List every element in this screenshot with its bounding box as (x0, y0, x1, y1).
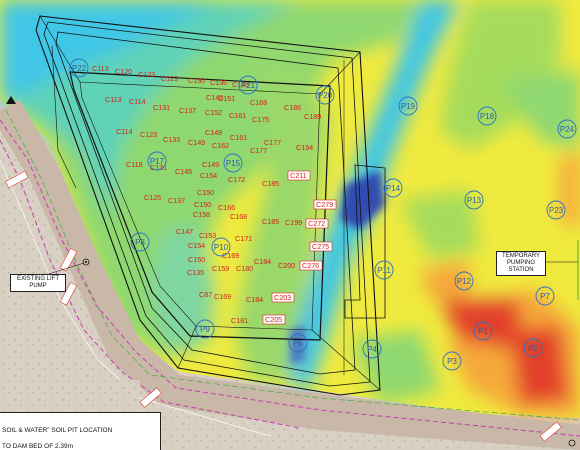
soil-pit-label: C149 (205, 128, 222, 137)
soil-pit-label: C189 (304, 112, 321, 121)
p-marker-label: P20 (318, 91, 333, 100)
soil-pit-label: C154 (200, 171, 217, 180)
soil-pit-label: C154 (188, 241, 205, 250)
soil-pit-label: C161 (230, 133, 247, 142)
p-marker-label: P23 (549, 206, 564, 215)
note-line-1: SOIL & WATER" SOIL PIT LOCATION (2, 427, 113, 434)
site-map: C113 C120 C123 C129 C130 C136 C143 C113 C114 C131… (0, 0, 580, 450)
p-marker-label: P8 (135, 238, 145, 247)
soil-pit-label: C113 (105, 95, 122, 104)
soil-pit-label: C171 (235, 234, 252, 243)
soil-pit-label: C177 (250, 146, 267, 155)
boxed-pit-label: C272 (308, 219, 325, 228)
soil-pit-label: C175 (252, 115, 269, 124)
soil-pit-label: C184 (246, 295, 263, 304)
soil-pit-label: C145 (175, 167, 192, 176)
legend-notes: SOIL & WATER" SOIL PIT LOCATION TO DAM B… (0, 412, 161, 450)
callout-line: PUMPING (506, 260, 535, 266)
soil-pit-label: C149 (188, 138, 205, 147)
soil-pit-label: C149 (202, 160, 219, 169)
p-marker-label: P15 (226, 159, 241, 168)
soil-pit-label: C133 (163, 135, 180, 144)
callout-line: STATION (508, 267, 534, 273)
soil-pit-label: C130 (188, 76, 205, 85)
soil-pit-label: C166 (218, 203, 235, 212)
callout-line: PUMP (29, 283, 47, 289)
soil-pit-label: C113 (92, 64, 109, 73)
soil-pit-label: C131 (153, 103, 170, 112)
p-marker-label: P4 (367, 345, 377, 354)
soil-pit-label: C150 (188, 255, 205, 264)
soil-pit-label: C125 (144, 193, 161, 202)
p-marker-label: P17 (150, 157, 165, 166)
p-marker-label: P21 (241, 81, 256, 90)
soil-pit-label: C168 (230, 212, 247, 221)
boxed-pit-label: C275 (312, 242, 329, 251)
soil-pit-label: C180 (236, 264, 253, 273)
soil-pit-label: C152 (205, 108, 222, 117)
soil-pit-label: C185 (262, 179, 279, 188)
soil-pit-label: C158 (193, 210, 210, 219)
soil-pit-label: C159 (212, 264, 229, 273)
p-marker-label: P14 (386, 184, 401, 193)
soil-pit-label: C151 (218, 94, 235, 103)
soil-pit-label: C135 (187, 268, 204, 277)
soil-pit-label: C181 (231, 316, 248, 325)
p-marker-label: P2 (528, 344, 538, 353)
soil-pit-label: C123 (140, 130, 157, 139)
p-marker-label: P22 (72, 64, 87, 73)
soil-pit-label: C199 (285, 218, 302, 227)
p-marker-label: P13 (467, 196, 482, 205)
soil-pit-label: C161 (229, 111, 246, 120)
p-marker-label: P1 (478, 327, 488, 336)
boxed-pit-label: C279 (316, 200, 333, 209)
soil-pit-label: C162 (212, 141, 229, 150)
soil-pit-label: C147 (176, 227, 193, 236)
p-marker-label: P3 (447, 357, 457, 366)
lift-pump-callout: EXISTING LIFT PUMP (10, 274, 66, 292)
p-marker-label: P9 (200, 325, 210, 334)
soil-pit-label: C169 (214, 292, 231, 301)
lift-pump-marker-dot-icon (85, 261, 87, 263)
p-marker-label: P11 (377, 266, 391, 275)
map-canvas: C113 C120 C123 C129 C130 C136 C143C113 C114C131… (0, 0, 580, 450)
soil-pit-label: C137 (179, 106, 196, 115)
callout-line: EXISTING LIFT (16, 276, 59, 282)
boxed-pit-label: C205 (265, 315, 282, 324)
soil-pit-label: C186 (284, 103, 301, 112)
soil-pit-label: C118 (126, 160, 143, 169)
p-marker-label: P10 (214, 243, 229, 252)
soil-pit-label: C185 (262, 217, 279, 226)
note-line-2: TO DAM BED OF 2.39m (2, 443, 74, 450)
soil-pit-label: C87 (199, 290, 212, 299)
boxed-pit-label: C276 (302, 261, 319, 270)
p-marker-label: P18 (480, 112, 495, 121)
soil-pit-label: C123 (138, 70, 155, 79)
p-marker-label: P24 (560, 125, 575, 134)
pumping-station-callout: TEMPORARY PUMPING STATION (496, 251, 546, 276)
p-marker-label: P7 (540, 292, 550, 301)
p-marker-label: P19 (401, 102, 416, 111)
soil-pit-label: C150 (194, 200, 211, 209)
soil-pit-label: C129 (161, 74, 178, 83)
boxed-pit-label: C211 (290, 171, 307, 180)
soil-pit-label: C200 (278, 261, 295, 270)
soil-pit-label: C114 (129, 97, 146, 106)
soil-pit-label: C184 (254, 257, 271, 266)
soil-pit-label: C136 (210, 78, 227, 87)
callout-line: TEMPORARY (502, 253, 540, 259)
soil-pit-label: C150 (197, 188, 214, 197)
boxed-pit-label: C203 (274, 293, 291, 302)
soil-pit-label: C153 (199, 231, 216, 240)
p-marker-label: P5 (293, 339, 303, 348)
soil-pit-label: C114 (116, 127, 133, 136)
soil-pit-label: C168 (250, 98, 267, 107)
soil-pit-label: C172 (228, 175, 245, 184)
soil-pit-label: C137 (168, 196, 185, 205)
soil-pit-label: C194 (296, 143, 313, 152)
p-marker-label: P12 (457, 277, 472, 286)
soil-pit-label: C120 (115, 67, 132, 76)
